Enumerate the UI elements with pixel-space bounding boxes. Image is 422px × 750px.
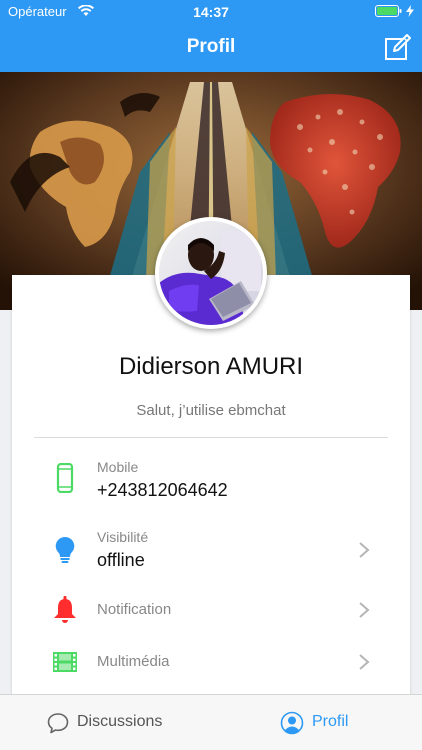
tab-discussions[interactable]: Discussions [0,695,211,750]
status-time: 14:37 [193,4,229,20]
mobile-phone-icon [56,463,74,493]
bell-icon [54,596,76,623]
visibility-label: Visibilité [97,529,149,545]
notification-row[interactable]: Notification [12,593,410,627]
multimedia-row[interactable]: Multimédia [12,645,410,679]
visibility-value: offline [97,550,145,570]
profile-card: Didierson AMURI Salut, j’utilise ebmchat… [12,275,410,715]
edit-profile-button[interactable] [384,33,412,61]
user-status-message: Salut, j’utilise ebmchat [136,402,286,419]
tab-profile-label: Profil [312,713,349,730]
user-icon [280,711,304,735]
avatar[interactable] [155,217,267,329]
mobile-label: Mobile [97,459,139,475]
user-name: Didierson AMURI [118,353,304,380]
chevron-right-icon [359,654,370,670]
film-icon [53,652,77,672]
mobile-value: +243812064642 [97,480,228,500]
tab-bar: Discussions Profil [0,694,422,750]
charging-icon [406,5,414,17]
status-bar: Opérateur 14:37 [0,0,422,22]
tab-discussions-label: Discussions [77,713,163,730]
page-title: Profil [186,36,236,57]
multimedia-label: Multimédia [97,653,170,670]
navigation-bar: Profil [0,22,422,72]
tab-profile[interactable]: Profil [211,695,422,750]
mobile-row: Mobile +243812064642 [12,455,410,507]
avatar-photo [159,221,263,325]
visibility-row[interactable]: Visibilité offline [12,525,410,577]
lightbulb-icon [55,536,75,563]
chat-bubble-icon [47,713,69,734]
battery-icon [375,5,402,17]
chevron-right-icon [359,542,370,558]
notification-label: Notification [97,601,172,618]
divider [34,437,388,438]
chevron-right-icon [359,602,370,618]
